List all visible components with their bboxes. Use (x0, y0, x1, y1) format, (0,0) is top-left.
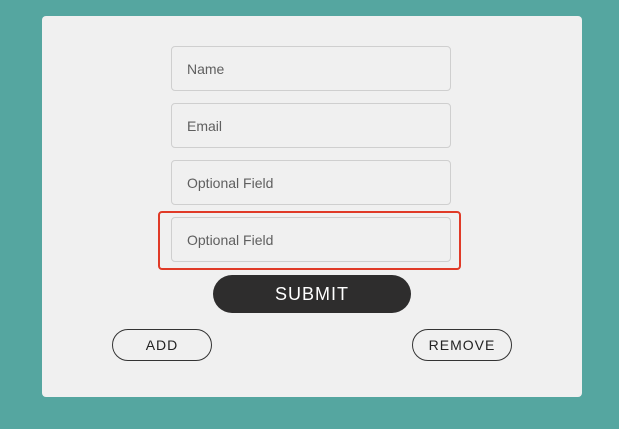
email-field[interactable] (171, 103, 451, 148)
submit-button[interactable]: SUBMIT (213, 275, 411, 313)
form-card: SUBMIT ADD REMOVE (42, 16, 582, 397)
name-field[interactable] (171, 46, 451, 91)
optional-field-2[interactable] (171, 217, 451, 262)
add-button[interactable]: ADD (112, 329, 212, 361)
remove-button[interactable]: REMOVE (412, 329, 512, 361)
optional-field-1[interactable] (171, 160, 451, 205)
